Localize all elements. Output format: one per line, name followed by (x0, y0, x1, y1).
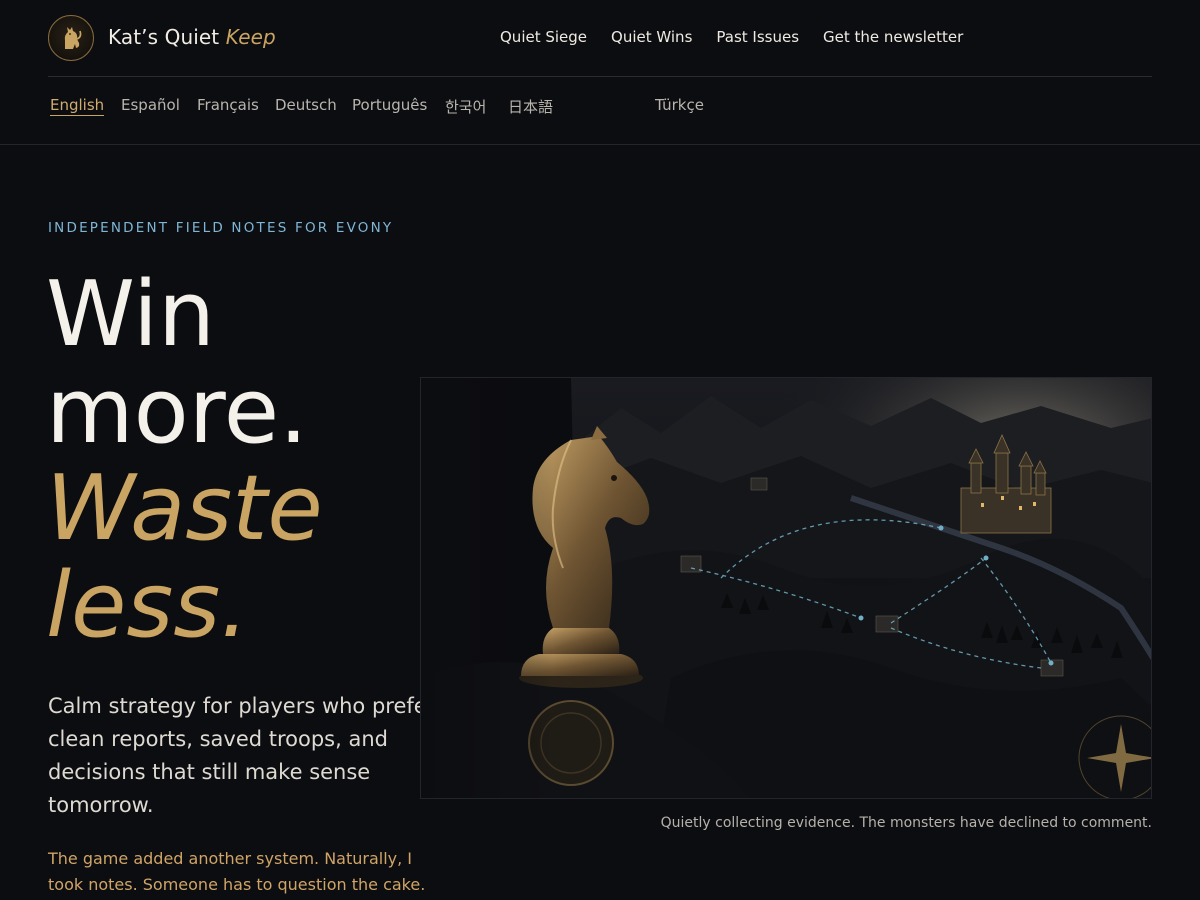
site-title[interactable]: Kat’s Quiet Keep (108, 25, 276, 49)
image-caption: Quietly collecting evidence. The monster… (660, 815, 1152, 831)
hero-aside: The game added another system. Naturally… (48, 849, 426, 894)
brand-name: Kat’s Quiet (108, 25, 220, 49)
nav-newsletter[interactable]: Get the newsletter (823, 28, 963, 46)
lang-turkish[interactable]: Türkçe (655, 96, 704, 114)
nav-quiet-siege[interactable]: Quiet Siege (500, 28, 587, 46)
lang-korean[interactable]: 한국어 (445, 96, 486, 117)
cat-logo-icon[interactable] (48, 15, 94, 61)
hero-lede: Calm strategy for players who prefer cle… (48, 694, 436, 817)
site-header: Kat’s Quiet Keep Quiet Siege Quiet Wins … (0, 0, 1200, 145)
lang-japanese[interactable]: 日本語 (508, 96, 553, 117)
lang-portuguese[interactable]: Português (352, 96, 427, 114)
nav-past-issues[interactable]: Past Issues (716, 28, 799, 46)
hero-kicker: INDEPENDENT FIELD NOTES FOR EVONY (48, 220, 394, 236)
headline-line-1: Win (46, 262, 216, 367)
header-divider (48, 76, 1152, 77)
headline-line-4: less. (46, 553, 249, 658)
headline-line-2: more. (46, 359, 308, 464)
lang-spanish[interactable]: Español (121, 96, 180, 114)
headline-line-3: Waste (46, 456, 323, 561)
lang-french[interactable]: Français (197, 96, 259, 114)
main-nav: Quiet Siege Quiet Wins Past Issues Get t… (500, 28, 963, 46)
nav-quiet-wins[interactable]: Quiet Wins (611, 28, 692, 46)
lang-german[interactable]: Deutsch (275, 96, 337, 114)
language-switcher: English Español Français Deutsch Portugu… (0, 96, 1200, 120)
hero-headline: Win more. Waste less. (46, 266, 323, 654)
brand-accent: Keep (225, 25, 276, 49)
chess-knight-map-image (420, 377, 1152, 799)
lang-english[interactable]: English (50, 96, 105, 116)
